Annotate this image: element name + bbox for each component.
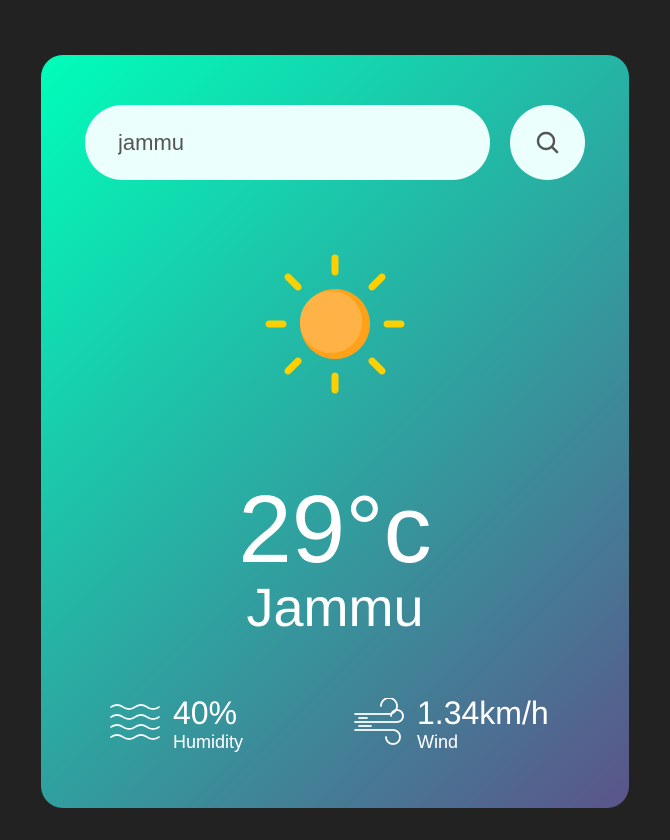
wind-detail: 1.34km/h Wind bbox=[353, 695, 549, 753]
wind-text: 1.34km/h Wind bbox=[417, 695, 549, 753]
humidity-detail: 40% Humidity bbox=[109, 695, 243, 753]
humidity-text: 40% Humidity bbox=[173, 695, 243, 753]
search-bar bbox=[85, 105, 490, 180]
humidity-label: Humidity bbox=[173, 732, 244, 752]
temperature: 29°c bbox=[238, 476, 432, 583]
weather-card: 29°c Jammu 40% Humidity bbox=[41, 55, 629, 808]
wind-label: Wind bbox=[417, 732, 459, 752]
weather-icon-container bbox=[265, 254, 405, 394]
wind-value: 1.34km/h bbox=[417, 695, 549, 731]
sun-icon bbox=[265, 254, 405, 394]
search-input[interactable] bbox=[116, 128, 490, 157]
search-button[interactable] bbox=[510, 105, 585, 180]
humidity-value: 40% bbox=[173, 695, 238, 731]
search-icon bbox=[536, 131, 558, 153]
humidity-icon bbox=[109, 700, 161, 748]
wind-icon bbox=[353, 698, 405, 750]
city-name: Jammu bbox=[246, 578, 424, 638]
